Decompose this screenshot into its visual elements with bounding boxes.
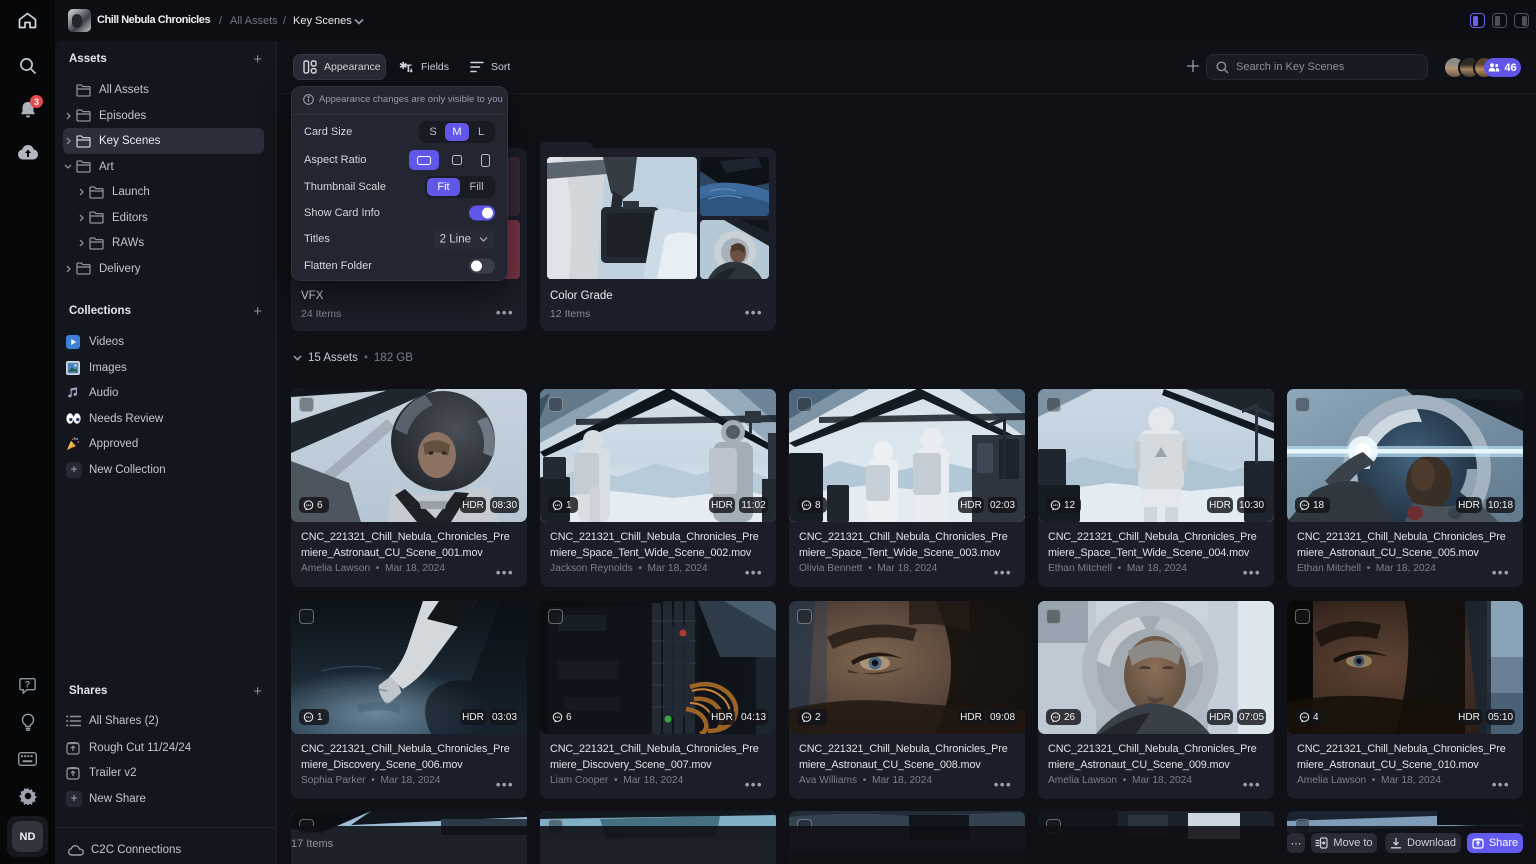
svg-text:?: ?	[25, 679, 31, 689]
